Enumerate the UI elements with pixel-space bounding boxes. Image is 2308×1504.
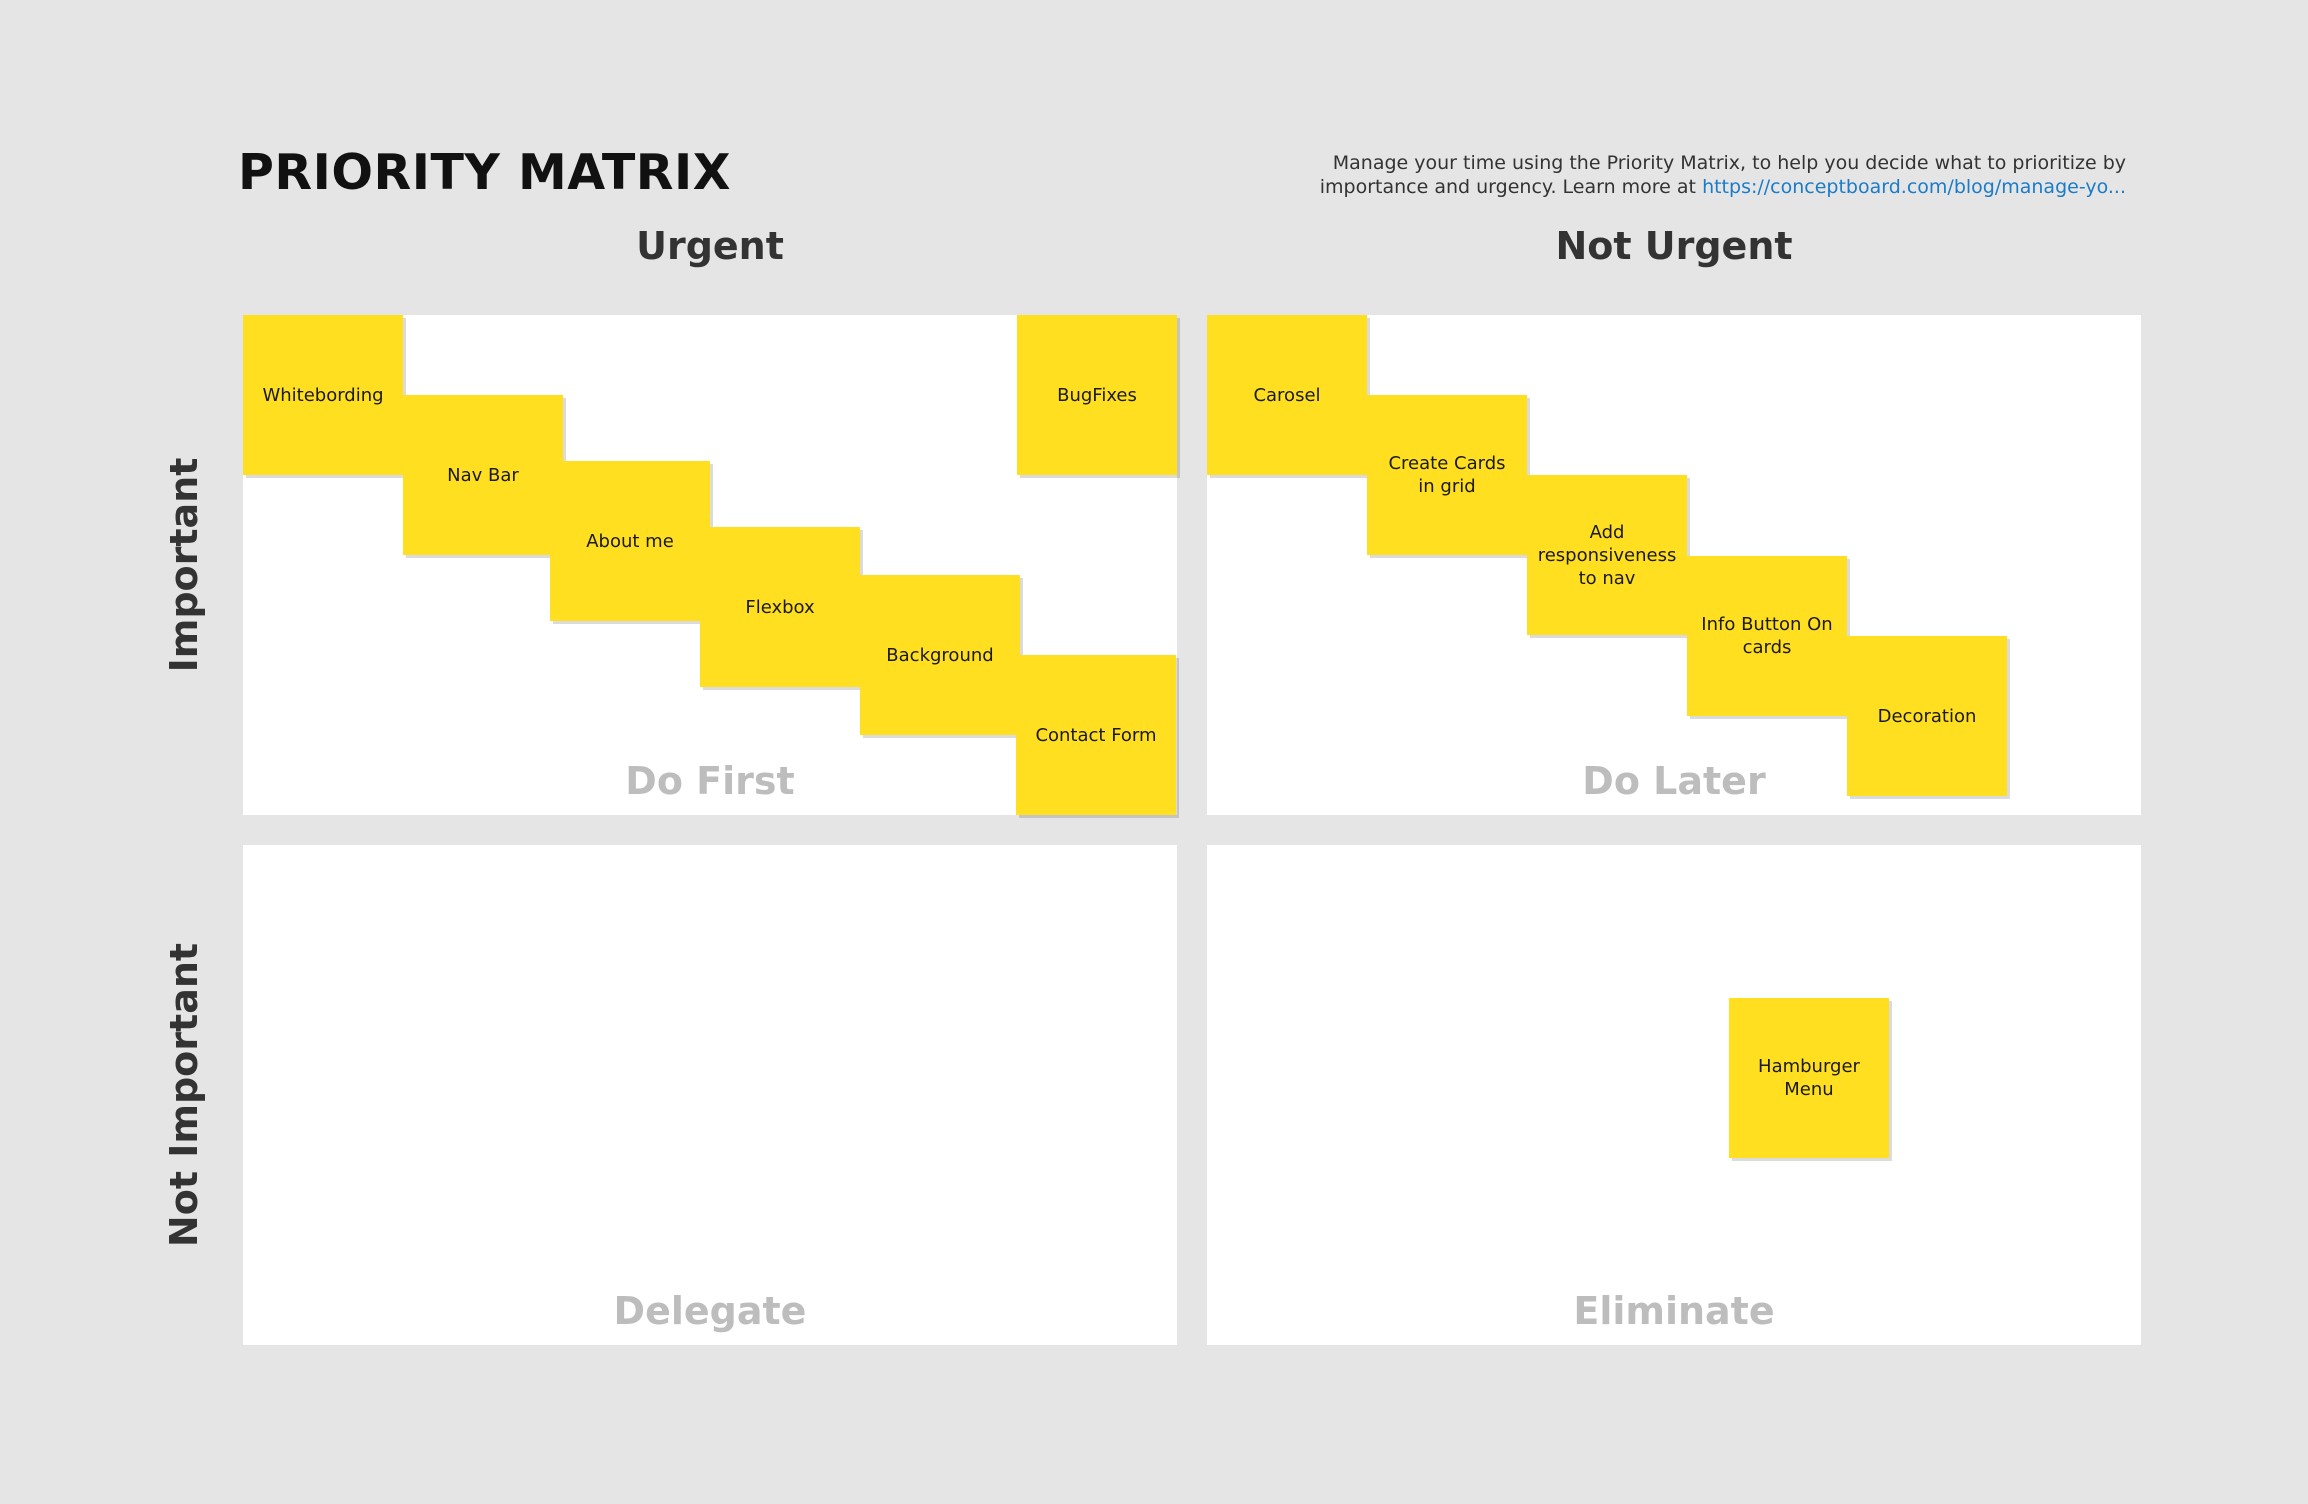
quadrant-do-first[interactable]: Do First Whitebording Nav Bar About me F… — [243, 315, 1177, 815]
row-header-not-important: Not Important — [162, 942, 206, 1248]
sticky-note[interactable]: Carosel — [1207, 315, 1367, 475]
sticky-note[interactable]: Add responsiveness to nav — [1527, 475, 1687, 635]
quadrant-label-delegate: Delegate — [613, 1289, 807, 1333]
sticky-note[interactable]: Hamburger Menu — [1729, 998, 1889, 1158]
quadrant-delegate[interactable]: Delegate — [243, 845, 1177, 1345]
row-header-important: Important — [162, 457, 206, 673]
sticky-note[interactable]: Decoration — [1847, 636, 2007, 796]
quadrant-eliminate[interactable]: Eliminate Hamburger Menu — [1207, 845, 2141, 1345]
sticky-note[interactable]: Whitebording — [243, 315, 403, 475]
sticky-note[interactable]: Info Button On cards — [1687, 556, 1847, 716]
sticky-note[interactable]: Create Cards in grid — [1367, 395, 1527, 555]
sticky-note[interactable]: Background — [860, 575, 1020, 735]
page-title: PRIORITY MATRIX — [238, 144, 732, 201]
column-header-urgent: Urgent — [636, 224, 784, 268]
sticky-note[interactable]: Nav Bar — [403, 395, 563, 555]
sticky-note[interactable]: BugFixes — [1017, 315, 1177, 475]
quadrant-do-later[interactable]: Do Later Carosel Create Cards in grid Ad… — [1207, 315, 2141, 815]
sticky-note[interactable]: Contact Form — [1016, 655, 1176, 815]
learn-more-link[interactable]: https://conceptboard.com/blog/manage-yo.… — [1702, 176, 2126, 198]
quadrant-label-eliminate: Eliminate — [1573, 1289, 1775, 1333]
sticky-note[interactable]: Flexbox — [700, 527, 860, 687]
description-text: Manage your time using the Priority Matr… — [1226, 151, 2126, 199]
sticky-note[interactable]: About me — [550, 461, 710, 621]
column-header-not-urgent: Not Urgent — [1555, 224, 1793, 268]
